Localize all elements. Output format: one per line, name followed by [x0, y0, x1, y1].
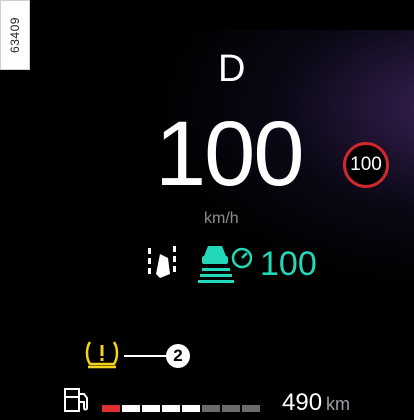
adaptive-cruise-icon	[198, 246, 252, 283]
fuel-range-unit: km	[326, 394, 351, 414]
fuel-segment-4	[162, 405, 180, 412]
fuel-level-bar	[102, 405, 260, 412]
fuel-segment-3	[142, 405, 160, 412]
fuel-segment-6	[202, 405, 220, 412]
fuel-segment-5	[182, 405, 200, 412]
cruise-set-speed: 100	[260, 245, 317, 283]
speed-limit-value: 100	[350, 154, 382, 175]
fuel-range: 490 km	[282, 389, 350, 417]
fuel-segment-2	[122, 405, 140, 412]
lane-assist-icon	[148, 246, 176, 278]
callout-line	[124, 355, 168, 357]
fuel-segment-8	[242, 405, 260, 412]
fuel-range-value: 490	[282, 389, 323, 416]
fuel-segment-1	[102, 405, 120, 412]
speedometer-value: 100	[155, 103, 304, 205]
instrument-cluster: D 100 km/h 100 100 2 490 km	[0, 0, 414, 420]
callout-number: 2	[166, 344, 190, 368]
figure-id-text: 63409	[8, 17, 22, 53]
fuel-pump-icon	[64, 388, 88, 412]
speed-limit-sign: 100	[343, 142, 389, 188]
figure-id-label: 63409	[0, 0, 30, 70]
speed-unit: km/h	[204, 210, 239, 227]
fuel-segment-7	[222, 405, 240, 412]
gear-indicator: D	[218, 48, 246, 90]
tire-pressure-warning-icon	[85, 341, 119, 369]
